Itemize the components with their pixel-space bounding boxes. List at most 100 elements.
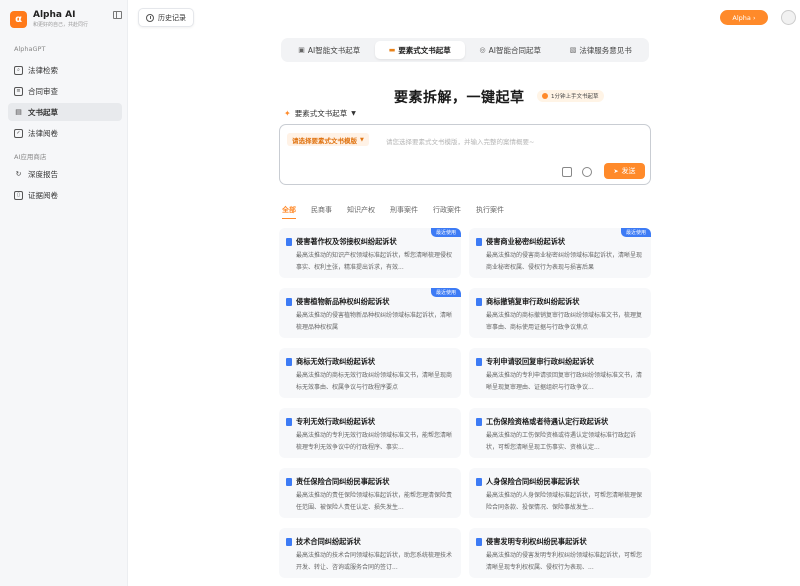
checkbox-icon: ✓: [14, 128, 23, 138]
tab-label: AI智能合同起草: [488, 45, 541, 55]
tab-ai-contract-drafting[interactable]: ◎ AI智能合同起草: [465, 41, 556, 59]
send-icon: ➤: [613, 167, 619, 175]
template-select-label: 请选择要素式文书模版: [292, 136, 357, 145]
send-button[interactable]: ➤ 发送: [604, 163, 645, 179]
category-administrative[interactable]: 行政案件: [433, 205, 461, 215]
card-desc: 最高法推动的知识产权领域标准起诉状，帮您清晰梳理侵权事实、权利主张，精准提出诉求…: [296, 252, 453, 271]
history-label: 历史记录: [158, 13, 186, 22]
template-card[interactable]: 责任保险合同纠纷民事起诉状 最高法推动的责任保险领域标准起诉状，能帮您理清保险责…: [279, 468, 461, 518]
sidebar-collapse-icon[interactable]: [113, 11, 122, 19]
template-card[interactable]: 工伤保险资格或者待遇认定行政起诉状 最高法推动的工伤保险资格或待遇认定领域标准行…: [469, 408, 651, 458]
category-ip[interactable]: 知识产权: [347, 205, 375, 215]
card-title: 侵害植物新品种权纠纷起诉状: [296, 297, 390, 306]
category-filters: 全部 民商事 知识产权 刑事案件 行政案件 执行案件: [282, 205, 519, 219]
category-criminal[interactable]: 刑事案件: [390, 205, 418, 215]
recent-tag: 最近使用: [620, 228, 651, 237]
mode-select-label: 要素式文书起草: [294, 109, 348, 118]
avatar[interactable]: [781, 10, 796, 25]
recent-tag: 最近使用: [430, 288, 461, 297]
tab-label: AI智能文书起草: [307, 45, 361, 55]
template-card[interactable]: 最近使用 侵害商业秘密纠纷起诉状 最高法推动的侵害商业秘密纠纷领域标准起诉状，清…: [469, 228, 651, 278]
template-card[interactable]: 商标撤销复审行政纠纷起诉状 最高法推动的商标撤销复审行政纠纷领域标准文书，梳理复…: [469, 288, 651, 338]
file-icon: [286, 358, 292, 366]
sidebar-item-label: 深度报告: [28, 169, 58, 179]
clock-t-icon[interactable]: [582, 167, 592, 177]
category-enforcement[interactable]: 执行案件: [476, 205, 504, 215]
template-select-button[interactable]: 请选择要素式文书模版 ▼: [287, 133, 369, 146]
template-card[interactable]: 专利申请驳回复审行政纠纷起诉状 最高法推动的专利申请驳回复审行政纠纷领域标准文书…: [469, 348, 651, 398]
card-title: 责任保险合同纠纷民事起诉状: [296, 477, 390, 486]
card-title: 专利申请驳回复审行政纠纷起诉状: [486, 357, 594, 366]
file-icon: [286, 538, 292, 546]
section-label-app-store: AI应用商店: [14, 153, 47, 161]
card-desc: 最高法推动的商标撤销复审行政纠纷领域标准文书，梳理复审事由、商标使用证据与行政争…: [486, 312, 643, 331]
page-title: 要素拆解，一键起草: [394, 90, 525, 106]
tab-label: 要素式文书起草: [398, 45, 451, 55]
template-card[interactable]: 最近使用 侵害著作权及邻接权纠纷起诉状 最高法推动的知识产权领域标准起诉状，帮您…: [279, 228, 461, 278]
contract-circle-icon: ◎: [479, 46, 486, 54]
tab-ai-doc-drafting[interactable]: ▣ AI智能文书起草: [284, 41, 375, 59]
file-icon: [286, 478, 292, 486]
document-icon: ▤: [15, 108, 22, 116]
clock-icon: [146, 13, 154, 22]
template-card[interactable]: 侵害发明专利权纠纷民事起诉状 最高法推动的侵害发明专利权纠纷领域标准起诉状，可帮…: [469, 528, 651, 578]
calculator-icon[interactable]: [562, 167, 572, 177]
card-desc: 最高法推动的专利申请驳回复审行政纠纷领域标准文书，清晰呈现复审理由、证据组织与行…: [486, 372, 643, 391]
card-desc: 最高法推动的侵害发明专利权纠纷领域标准起诉状，可帮您清晰呈现专利权权属、侵权行为…: [486, 552, 643, 571]
file-icon: [476, 358, 482, 366]
category-civil-commercial[interactable]: 民商事: [311, 205, 332, 215]
tab-element-doc-drafting[interactable]: ▬ 要素式文书起草: [374, 41, 465, 59]
history-button[interactable]: 历史记录: [138, 8, 194, 27]
composer-placeholder[interactable]: 请您选择要素式文书模版，并输入完整的案情概要~: [386, 136, 534, 146]
file-icon: [476, 298, 482, 306]
card-title: 侵害发明专利权纠纷民事起诉状: [486, 537, 587, 546]
card-desc: 最高法推动的工伤保险资格或待遇认定领域标准行政起诉状，可帮您清晰呈现工伤事实、资…: [486, 432, 637, 451]
sidebar-item-legal-search[interactable]: ⌕ 法律检索: [8, 61, 122, 79]
sparkle-icon: ✦: [284, 109, 291, 118]
quickstart-badge[interactable]: 1分钟上手文书起草: [537, 90, 604, 102]
tab-label: 法律服务意见书: [579, 45, 632, 55]
brand-name: Alpha AI: [33, 10, 76, 20]
file-icon: [286, 418, 292, 426]
brand-logo: α: [10, 11, 27, 28]
card-title: 商标撤销复审行政纠纷起诉状: [486, 297, 580, 306]
template-card[interactable]: 技术合同纠纷起诉状 最高法推动的技术合同领域标准起诉状，助您系统梳理技术开发、转…: [279, 528, 461, 578]
sidebar-item-deep-report[interactable]: ↻ 深度报告: [8, 165, 122, 183]
file-icon: [476, 538, 482, 546]
card-title: 侵害商业秘密纠纷起诉状: [486, 237, 566, 246]
card-desc: 最高法推动的专利无效行政纠纷领域标准文书，能帮您清晰梳理专利无效争议中的行政程序…: [296, 432, 453, 451]
section-label-alphagpt: AlphaGPT: [14, 45, 46, 53]
file-icon: [286, 298, 292, 306]
refresh-icon: ↻: [15, 170, 22, 178]
alpha-button[interactable]: Alpha ›: [720, 10, 768, 25]
brand-slogan: 和更好的自己，共赴同行: [33, 22, 89, 28]
template-card[interactable]: 专利无效行政纠纷起诉状 最高法推动的专利无效行政纠纷领域标准文书，能帮您清晰梳理…: [279, 408, 461, 458]
tab-legal-opinion[interactable]: ▧ 法律服务意见书: [556, 41, 647, 59]
caret-down-icon: ▼: [360, 136, 364, 143]
card-title: 侵害著作权及邻接权纠纷起诉状: [296, 237, 397, 246]
badge-label: 1分钟上手文书起草: [551, 94, 599, 100]
template-card[interactable]: 商标无效行政纠纷起诉状 最高法推动的商标无效行政纠纷领域标准文书，清晰呈现商标无…: [279, 348, 461, 398]
template-card[interactable]: 人身保险合同纠纷民事起诉状 最高法推动的人身保险领域标准起诉状，可帮您清晰梳理保…: [469, 468, 651, 518]
card-desc: 最高法推动的责任保险领域标准起诉状，能帮您理清保险责任范围、被保险人责任认定、损…: [296, 492, 453, 511]
file-icon: [476, 418, 482, 426]
file-icon: [476, 478, 482, 486]
sidebar-item-evidence-review[interactable]: ▯ 证据阅卷: [8, 186, 122, 204]
sidebar-item-contract-review[interactable]: ≡ 合同审查: [8, 82, 122, 100]
card-desc: 最高法推动的侵害植物新品种权纠纷领域标准起诉状，清晰梳理品种权权属: [296, 312, 453, 331]
sidebar-item-document-drafting[interactable]: ▤ 文书起草: [8, 103, 122, 121]
brand[interactable]: α Alpha AI 和更好的自己，共赴同行: [10, 10, 88, 29]
contract-icon: ≡: [14, 86, 23, 96]
drafting-tabs: ▣ AI智能文书起草 ▬ 要素式文书起草 ◎ AI智能合同起草 ▧ 法律服务意见…: [281, 38, 649, 62]
card-title: 工伤保险资格或者待遇认定行政起诉状: [486, 417, 609, 426]
card-desc: 最高法推动的人身保险领域标准起诉状，可帮您清晰梳理保险合同条款、投保情况、保险事…: [486, 492, 643, 511]
template-card[interactable]: 最近使用 侵害植物新品种权纠纷起诉状 最高法推动的侵害植物新品种权纠纷领域标准起…: [279, 288, 461, 338]
card-title: 人身保险合同纠纷民事起诉状: [486, 477, 580, 486]
sidebar-item-label: 法律阅卷: [28, 128, 58, 138]
category-all[interactable]: 全部: [282, 205, 296, 219]
mode-select[interactable]: ✦ 要素式文书起草 ▼: [284, 108, 356, 119]
card-desc: 最高法推动的商标无效行政纠纷领域标准文书，清晰呈现商标无效事由、权属争议与行政程…: [296, 372, 453, 391]
sidebar-item-case-review[interactable]: ✓ 法律阅卷: [8, 124, 122, 142]
composer[interactable]: 请选择要素式文书模版 ▼ 请您选择要素式文书模版，并输入完整的案情概要~ ➤ 发…: [279, 124, 651, 185]
card-title: 技术合同纠纷起诉状: [296, 537, 361, 546]
